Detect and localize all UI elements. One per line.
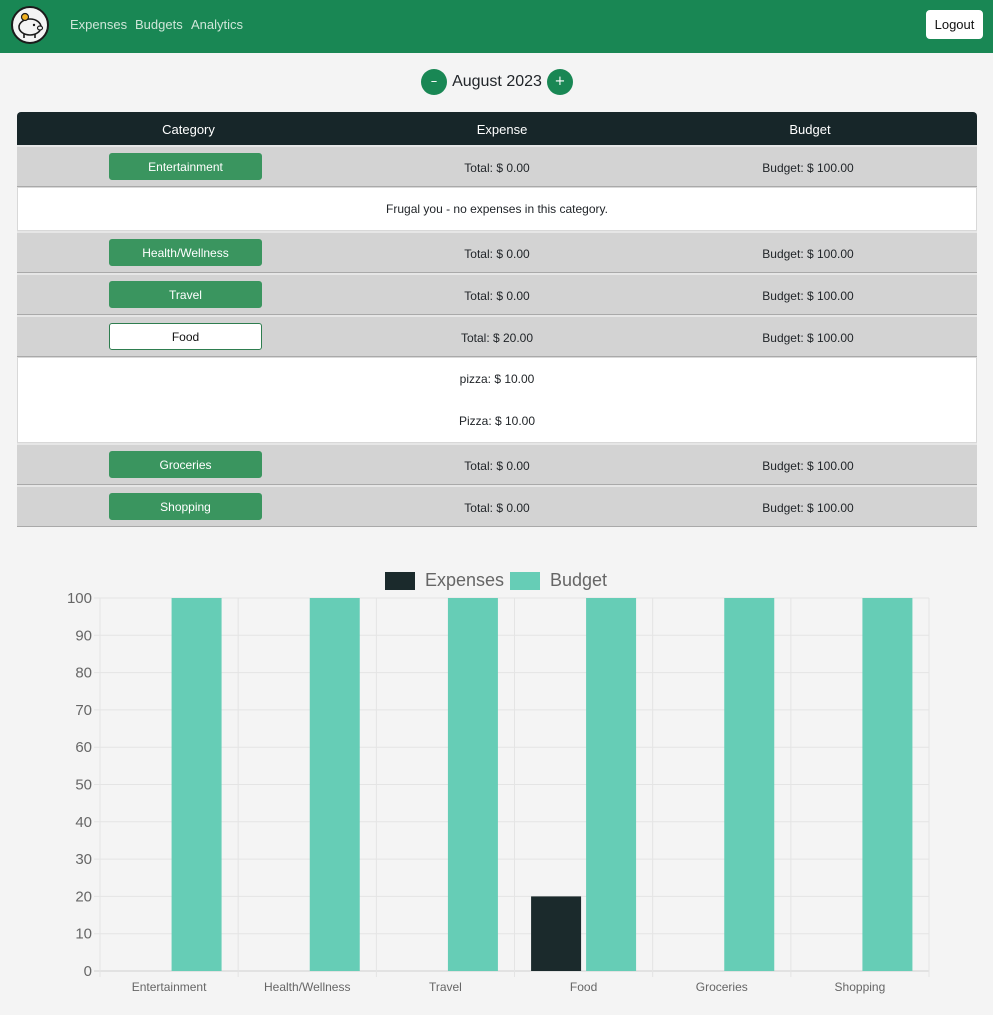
category-toggle-button[interactable]: Food	[109, 323, 262, 350]
logout-button[interactable]: Logout	[926, 10, 983, 39]
table-row: Shopping Total: $ 0.00 Budget: $ 100.00	[17, 485, 977, 527]
expense-total: Total: $ 0.00	[464, 501, 530, 515]
x-tick-label: Groceries	[696, 980, 748, 994]
x-tick-label: Shopping	[835, 980, 886, 994]
x-tick-label: Food	[570, 980, 597, 994]
budget-table: Category Expense Budget Entertainment To…	[17, 112, 977, 527]
y-tick-label: 60	[75, 739, 92, 756]
expense-item: pizza: $ 10.00	[459, 372, 535, 386]
category-toggle-button[interactable]: Groceries	[109, 451, 262, 478]
expense-total: Total: $ 20.00	[460, 331, 534, 345]
bar-budget	[171, 598, 222, 971]
budget-amount: Budget: $ 100.00	[762, 459, 854, 473]
bar-budget	[447, 598, 498, 971]
budget-chart: Expenses Budget 0 10 20 30 40 50 60 70 80 90 100 En…	[0, 560, 993, 1015]
y-tick-label: 30	[75, 851, 92, 868]
category-toggle-button[interactable]: Health/Wellness	[109, 239, 262, 266]
table-row: Health/Wellness Total: $ 0.00 Budget: $ …	[17, 231, 977, 273]
table-row: Groceries Total: $ 0.00 Budget: $ 100.00	[17, 443, 977, 485]
column-header-category: Category	[162, 122, 215, 137]
category-toggle-button[interactable]: Shopping	[109, 493, 262, 520]
piggy-bank-logo-icon[interactable]	[11, 6, 49, 44]
x-tick-label: Health/Wellness	[264, 980, 350, 994]
bar-budget	[724, 598, 775, 971]
expense-total: Total: $ 0.00	[464, 247, 530, 261]
budget-amount: Budget: $ 100.00	[762, 161, 854, 175]
bar-chart-canvas: 0 10 20 30 40 50 60 70 80 90 100 Entertainment Healt…	[67, 590, 930, 994]
previous-month-button[interactable]: –	[421, 69, 447, 95]
x-tick-label: Travel	[429, 980, 462, 994]
bar-budget	[309, 598, 360, 971]
y-tick-label: 20	[75, 888, 92, 905]
bar-budget	[586, 598, 637, 971]
y-tick-label: 0	[84, 963, 92, 980]
nav-link-analytics[interactable]: Analytics	[191, 17, 243, 32]
category-detail: pizza: $ 10.00 Pizza: $ 10.00	[17, 357, 977, 443]
table-row: Entertainment Total: $ 0.00 Budget: $ 10…	[17, 145, 977, 187]
category-toggle-button[interactable]: Entertainment	[109, 153, 262, 180]
current-month-label: August 2023	[452, 73, 542, 90]
table-row: Food Total: $ 20.00 Budget: $ 100.00	[17, 315, 977, 357]
y-tick-label: 10	[75, 926, 92, 943]
budget-amount: Budget: $ 100.00	[762, 501, 854, 515]
column-header-expense: Expense	[476, 122, 528, 137]
y-tick-label: 40	[75, 814, 92, 831]
y-tick-label: 50	[75, 777, 92, 794]
expense-item: Pizza: $ 10.00	[458, 414, 536, 428]
next-month-button[interactable]: +	[547, 69, 573, 95]
category-detail: Frugal you - no expenses in this categor…	[17, 187, 977, 231]
table-row: Travel Total: $ 0.00 Budget: $ 100.00	[17, 273, 977, 315]
table-header: Category Expense Budget	[17, 112, 977, 145]
nav-link-expenses[interactable]: Expenses	[70, 17, 127, 32]
category-toggle-button[interactable]: Travel	[109, 281, 262, 308]
y-tick-label: 100	[67, 590, 92, 607]
bar-expenses	[531, 896, 582, 971]
expense-total: Total: $ 0.00	[464, 161, 530, 175]
expense-total: Total: $ 0.00	[464, 459, 530, 473]
y-tick-label: 70	[75, 702, 92, 719]
budget-amount: Budget: $ 100.00	[762, 289, 854, 303]
x-tick-label: Entertainment	[132, 980, 207, 994]
expense-total: Total: $ 0.00	[464, 289, 530, 303]
budget-amount: Budget: $ 100.00	[762, 331, 854, 345]
navbar: Expenses Budgets Analytics Logout	[0, 0, 993, 53]
budget-amount: Budget: $ 100.00	[762, 247, 854, 261]
y-tick-label: 90	[75, 627, 92, 644]
bar-budget	[862, 598, 913, 971]
nav-link-budgets[interactable]: Budgets	[135, 17, 183, 32]
column-header-budget: Budget	[789, 122, 831, 137]
y-tick-label: 80	[75, 665, 92, 682]
empty-message: Frugal you - no expenses in this categor…	[386, 202, 608, 216]
